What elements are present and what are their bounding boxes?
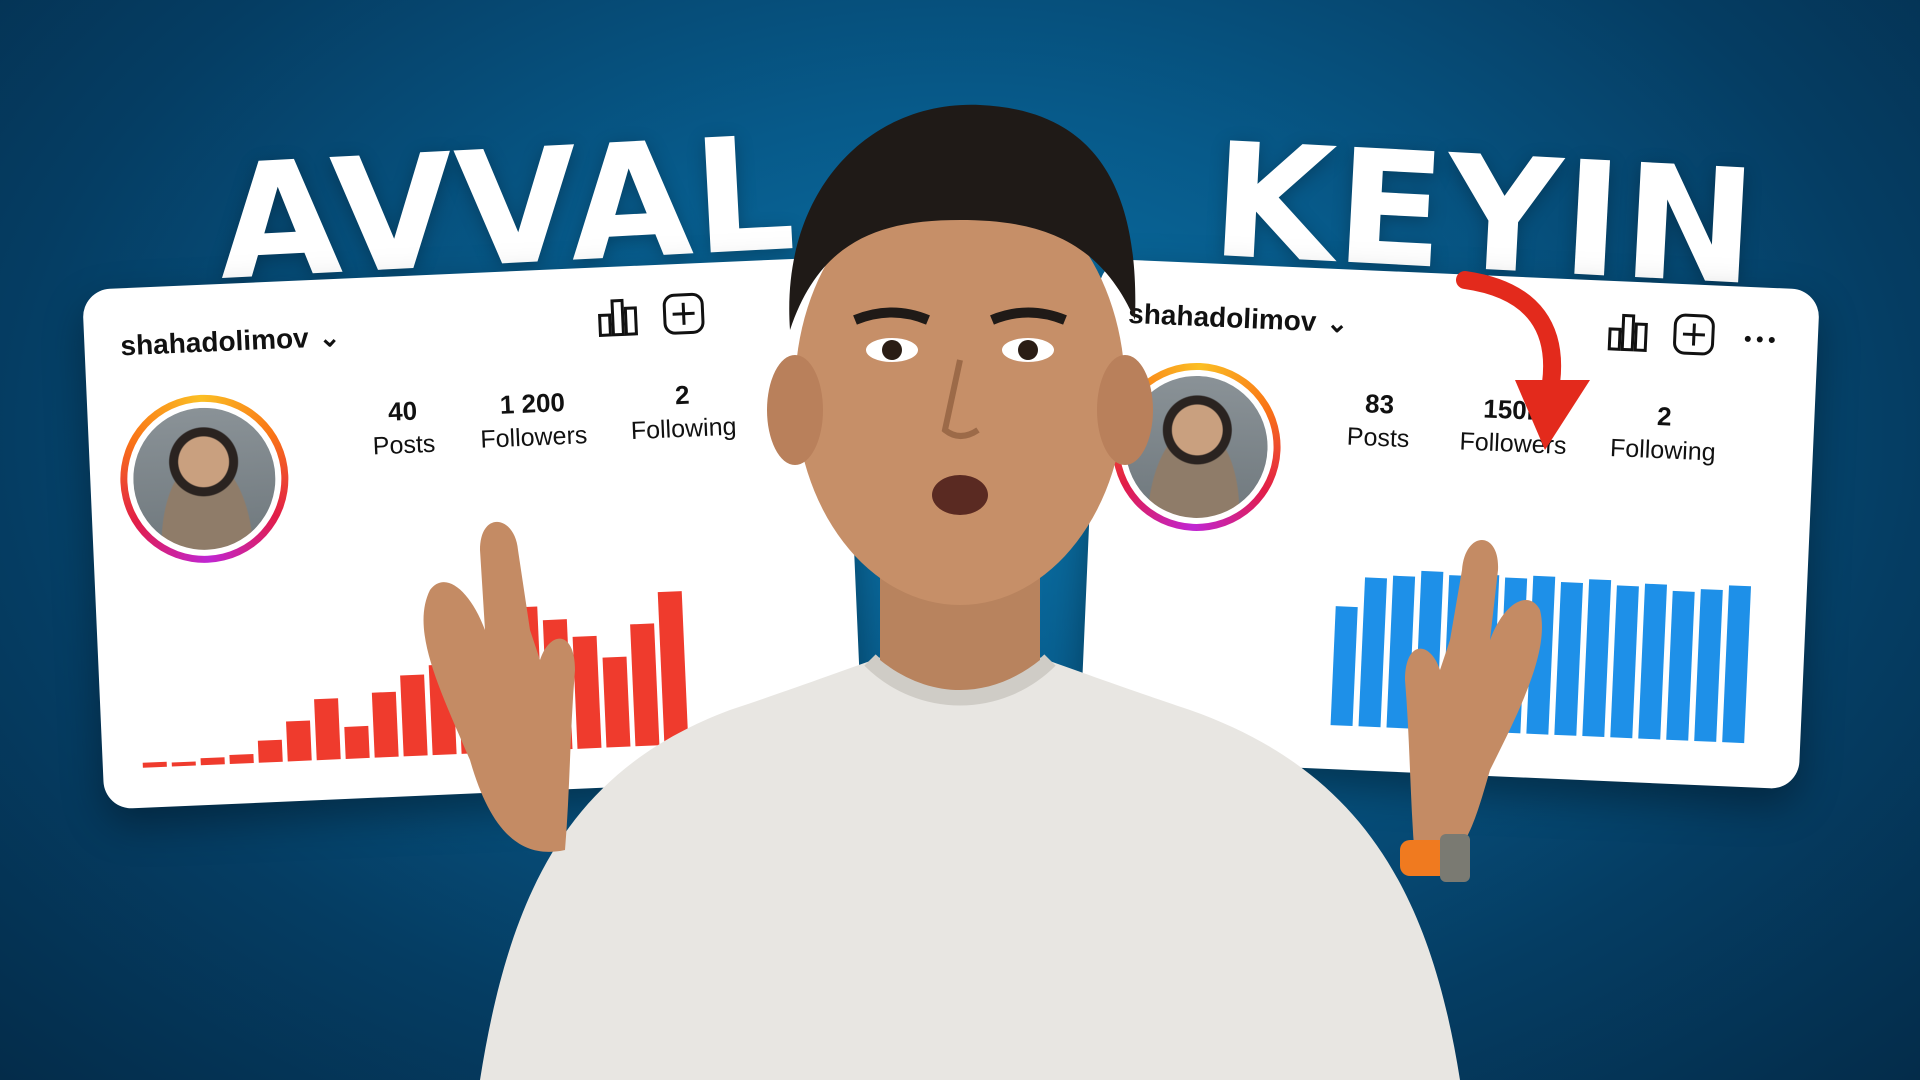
growth-bars-after bbox=[1330, 560, 1752, 744]
chart-icon[interactable] bbox=[595, 294, 641, 340]
growth-bar bbox=[513, 606, 544, 752]
stat-label: Posts bbox=[372, 429, 436, 461]
growth-bar bbox=[371, 691, 399, 758]
growth-bar bbox=[1414, 570, 1444, 730]
growth-bar bbox=[1498, 577, 1528, 734]
growth-bars-before bbox=[135, 564, 689, 768]
growth-bar bbox=[1526, 575, 1556, 735]
growth-bar bbox=[1330, 606, 1358, 727]
profile-username[interactable]: shahadolimov ⌄ bbox=[120, 321, 341, 363]
avatar-photo bbox=[130, 404, 279, 553]
growth-bar bbox=[1386, 575, 1416, 729]
avatar-photo bbox=[1122, 372, 1271, 521]
growth-bar bbox=[1442, 575, 1472, 731]
growth-bar bbox=[630, 623, 660, 747]
growth-bar bbox=[1638, 583, 1668, 740]
stat-label: Followers bbox=[479, 421, 588, 454]
chevron-down-icon: ⌄ bbox=[1325, 307, 1349, 339]
profile-card-before: shahadolimov ⌄ 40 Posts 1 200 Followers 2… bbox=[82, 256, 864, 810]
add-post-icon[interactable] bbox=[1671, 312, 1717, 358]
stat-value: 1 200 bbox=[499, 387, 566, 420]
stat-posts[interactable]: 83 Posts bbox=[1323, 387, 1436, 456]
stat-label: Posts bbox=[1346, 422, 1410, 454]
add-post-icon[interactable] bbox=[661, 291, 707, 337]
stat-followers[interactable]: 1 200 Followers bbox=[457, 385, 610, 455]
growth-bar bbox=[142, 761, 167, 768]
username-text: shahadolimov bbox=[1127, 297, 1318, 338]
growth-bar bbox=[1554, 581, 1583, 736]
growth-bar bbox=[1582, 579, 1612, 738]
growth-bar bbox=[602, 656, 631, 748]
growth-bar bbox=[657, 591, 689, 746]
growth-bar bbox=[1694, 589, 1723, 742]
stat-value: 2 bbox=[674, 379, 691, 411]
stat-value: 40 bbox=[387, 395, 418, 427]
growth-bar bbox=[455, 619, 486, 754]
growth-bar bbox=[229, 753, 254, 765]
growth-bar bbox=[1358, 577, 1388, 728]
stat-posts[interactable]: 40 Posts bbox=[342, 394, 465, 463]
profile-username[interactable]: shahadolimov ⌄ bbox=[1128, 298, 1349, 340]
more-icon[interactable] bbox=[1737, 314, 1783, 360]
growth-bar bbox=[572, 635, 602, 749]
growth-bar bbox=[428, 664, 457, 756]
stat-value: 83 bbox=[1364, 388, 1395, 420]
growth-bar bbox=[1666, 590, 1695, 741]
growth-bar bbox=[257, 739, 283, 763]
avatar[interactable] bbox=[1108, 359, 1285, 535]
growth-bar bbox=[1722, 585, 1752, 744]
growth-bar bbox=[1610, 585, 1639, 739]
chevron-down-icon: ⌄ bbox=[317, 321, 342, 353]
arrow-icon bbox=[1456, 271, 1590, 450]
growth-bar bbox=[314, 698, 341, 761]
growth-bar bbox=[171, 761, 196, 767]
growth-bar bbox=[485, 639, 515, 753]
growth-bar bbox=[542, 619, 573, 751]
growth-bar bbox=[1470, 574, 1500, 733]
avatar[interactable] bbox=[116, 391, 292, 567]
growth-bar bbox=[400, 674, 428, 757]
growth-bar bbox=[200, 757, 225, 766]
stat-label: Following bbox=[630, 412, 737, 446]
growth-bar bbox=[344, 725, 370, 759]
growth-bar bbox=[286, 720, 312, 762]
stat-following[interactable]: 2 Following bbox=[607, 377, 760, 447]
username-text: shahadolimov bbox=[119, 322, 310, 362]
